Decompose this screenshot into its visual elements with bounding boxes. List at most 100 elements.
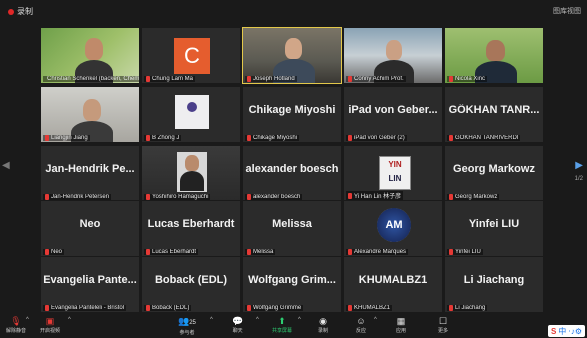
- ime-tools-icon: ⋅♪⚙: [568, 326, 582, 336]
- apps-icon: ▦: [396, 316, 406, 326]
- reactions-icon: ☺: [356, 316, 366, 326]
- apps-button[interactable]: ▦ 应用: [396, 316, 406, 334]
- participant-display-name: Jan-Hendrik Pe...: [45, 163, 135, 175]
- meeting-toolbar: 🎙 解除静音 ^ ▣ 开启视频 ^ 👥25 参与者 ^ 💬 聊天 ^ ⬆ 共享屏…: [0, 314, 587, 338]
- record-dot-icon: [8, 8, 14, 15]
- participant-tile[interactable]: Christian Schenkel (backen, Chemnitz): [40, 27, 140, 84]
- reactions-caret-icon[interactable]: ^: [374, 317, 377, 323]
- record-icon: ◉: [319, 316, 327, 326]
- participant-tile[interactable]: Yinfei LIU Yinfei LIU: [444, 200, 544, 257]
- participant-display-name: Georg Markowz: [453, 163, 535, 175]
- next-page-arrow-icon[interactable]: ▶: [575, 160, 583, 171]
- unmute-button[interactable]: 🎙 解除静音: [6, 316, 26, 334]
- page-indicator: 1/2: [574, 176, 583, 182]
- participant-name-label: Christian Schenkel (backen, Chemnitz): [43, 76, 139, 82]
- participant-tile[interactable]: Joseph Hotland: [242, 27, 342, 84]
- mic-muted-icon: [146, 249, 150, 255]
- participant-display-name: Boback (EDL): [154, 274, 228, 286]
- video-options-caret-icon[interactable]: ^: [68, 317, 71, 323]
- mic-muted-icon: [45, 305, 49, 311]
- participant-tile[interactable]: C Chung Lam Ma: [141, 27, 241, 84]
- participant-logo-image: [175, 95, 209, 129]
- participant-tile[interactable]: Georg Markowz Georg Markowz: [444, 145, 544, 202]
- participant-name-label: Lucas Eberhardt: [144, 249, 199, 255]
- participant-tile[interactable]: GÖKHAN TANR... GÖKHAN TANRIVERDI: [444, 86, 544, 143]
- prev-page-arrow-icon[interactable]: ◀: [2, 160, 10, 171]
- participant-name-label: Conny Achim Prof.: [346, 76, 406, 82]
- participant-tile[interactable]: KHUMALBZ1 KHUMALBZ1: [343, 256, 443, 313]
- participant-display-name: Chikage Miyoshi: [248, 104, 336, 116]
- recording-indicator[interactable]: 录制: [8, 6, 33, 17]
- share-screen-icon: ⬆: [278, 316, 286, 326]
- participant-tile[interactable]: Melissa Melissa: [242, 200, 342, 257]
- participant-tile[interactable]: B Zhong J: [141, 86, 241, 143]
- participant-tile[interactable]: Neo Neo: [40, 200, 140, 257]
- participant-tile[interactable]: Conny Achim Prof.: [343, 27, 443, 84]
- ime-language-label: 中: [558, 326, 567, 336]
- chat-icon: 💬: [232, 316, 244, 326]
- participant-tile[interactable]: Lucas Eberhardt Lucas Eberhardt: [141, 200, 241, 257]
- participant-tile[interactable]: Chikage Miyoshi Chikage Miyoshi: [242, 86, 342, 143]
- reactions-button[interactable]: ☺ 反应: [356, 316, 366, 334]
- mic-muted-icon: [348, 76, 352, 82]
- mic-muted-icon: [247, 249, 251, 255]
- more-button[interactable]: ☐ 更多: [438, 316, 448, 334]
- mic-off-icon: 🎙: [10, 316, 22, 326]
- participant-tile[interactable]: Boback (EDL) Boback (EDL): [141, 256, 241, 313]
- participant-tile[interactable]: Yoshihiro Hamaguchi: [141, 145, 241, 202]
- share-screen-button[interactable]: ⬆ 共享屏幕: [272, 316, 292, 334]
- participant-display-name: Lucas Eberhardt: [147, 218, 235, 230]
- participant-logo-image: AM: [377, 208, 411, 242]
- participant-name-label: Yinfei LIU: [447, 249, 483, 255]
- mic-muted-icon: [348, 135, 352, 141]
- mic-muted-icon: [45, 249, 49, 255]
- start-video-button[interactable]: ▣ 开启视频: [40, 316, 60, 334]
- participant-name-label: Liangjin Jiang: [43, 135, 90, 141]
- participants-caret-icon[interactable]: ^: [210, 317, 213, 323]
- participant-display-name: Wolfgang Grim...: [248, 274, 336, 286]
- participant-tile[interactable]: Li Jiachang Li Jiachang: [444, 256, 544, 313]
- participant-name-label: Nicola Xinc: [447, 76, 488, 82]
- participant-name-label: Chikage Miyoshi: [245, 135, 300, 141]
- participant-tile[interactable]: YIN LIN Yi Han Lin 林子彦: [343, 145, 443, 202]
- ime-indicator[interactable]: S 中 ⋅♪⚙: [547, 325, 585, 337]
- participant-tile[interactable]: Wolfgang Grim... Wolfgang Grimme: [242, 256, 342, 313]
- participants-icon: 👥25: [178, 316, 196, 326]
- mic-muted-icon: [449, 305, 453, 311]
- mic-muted-icon: [449, 135, 453, 141]
- share-caret-icon[interactable]: ^: [298, 317, 301, 323]
- participant-tile[interactable]: alexander boesch alexander boesch: [242, 145, 342, 202]
- participant-name-label: B Zhong J: [144, 135, 182, 141]
- participant-tile[interactable]: Nicola Xinc: [444, 27, 544, 84]
- mic-muted-icon: [449, 249, 453, 255]
- participant-name-label: Wolfgang Grimme: [245, 305, 304, 311]
- mic-muted-icon: [247, 305, 251, 311]
- audio-options-caret-icon[interactable]: ^: [26, 317, 29, 323]
- mic-muted-icon: [348, 305, 352, 311]
- participant-tile[interactable]: Liangjin Jiang: [40, 86, 140, 143]
- participant-name-label: Evangelia Panteleli - Bristol: [43, 305, 127, 311]
- participant-display-name: Melissa: [272, 218, 312, 230]
- chat-button[interactable]: 💬 聊天: [232, 316, 243, 334]
- participant-display-name: Li Jiachang: [463, 274, 525, 286]
- mic-muted-icon: [146, 135, 150, 141]
- participant-display-name: Evangelia Pante...: [43, 274, 137, 286]
- participant-tile[interactable]: Jan-Hendrik Pe... Jan-Hendrik Petersen: [40, 145, 140, 202]
- view-toggle[interactable]: 图库视图: [553, 6, 581, 16]
- participant-name-label: Neo: [43, 249, 65, 255]
- record-button[interactable]: ◉ 录制: [318, 316, 328, 334]
- chat-caret-icon[interactable]: ^: [256, 317, 259, 323]
- participant-tile[interactable]: iPad von Geber... iPad von Geber (2): [343, 86, 443, 143]
- participant-name-label: GÖKHAN TANRIVERDI: [447, 135, 521, 141]
- participant-name-label: iPad von Geber (2): [346, 135, 407, 141]
- mic-muted-icon: [348, 192, 352, 199]
- recording-label: 录制: [17, 7, 33, 16]
- mic-muted-icon: [45, 135, 49, 141]
- participant-display-name: alexander boesch: [245, 163, 339, 175]
- participants-button[interactable]: 👥25 参与者: [178, 316, 196, 336]
- participant-name-label: Chung Lam Ma: [144, 76, 196, 82]
- participant-tile[interactable]: AM Alexandre Marques: [343, 200, 443, 257]
- video-off-icon: ▣: [45, 316, 55, 326]
- participant-tile[interactable]: Evangelia Pante... Evangelia Panteleli - …: [40, 256, 140, 313]
- participant-display-name: Neo: [79, 218, 101, 230]
